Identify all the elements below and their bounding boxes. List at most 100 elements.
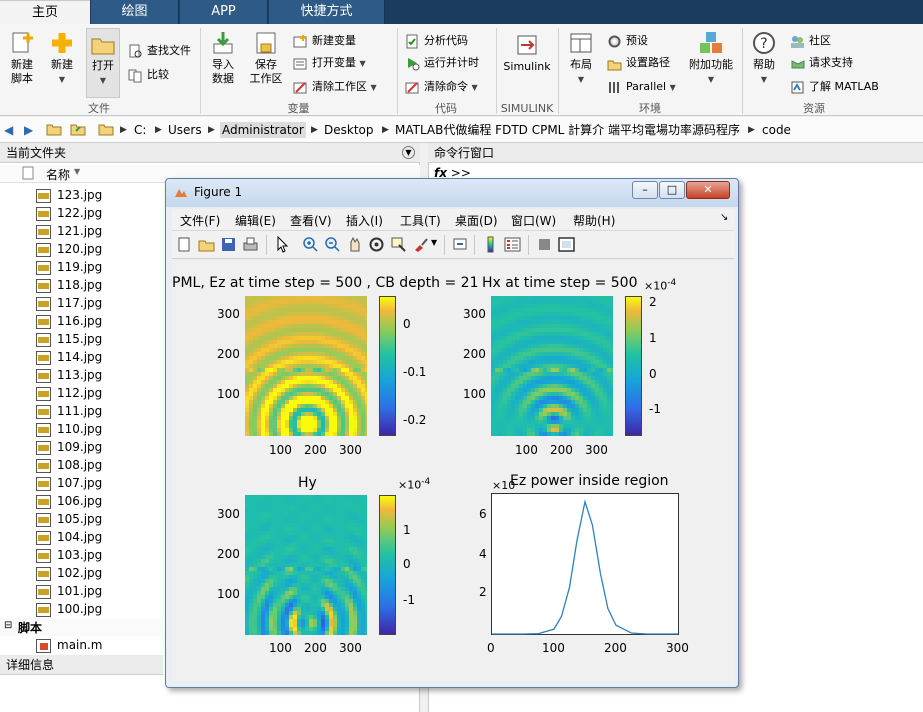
rotate-3d-icon[interactable] xyxy=(368,236,385,253)
tab-home[interactable]: 主页 xyxy=(0,0,90,24)
list-item[interactable]: 116.jpg xyxy=(36,312,102,330)
run-and-time-button[interactable]: 运行并计时 xyxy=(405,54,479,72)
breadcrumb-c[interactable]: C: xyxy=(134,122,146,138)
zoom-out-icon[interactable] xyxy=(324,236,341,253)
browse-folder-icon[interactable] xyxy=(70,122,86,138)
open-file-icon[interactable] xyxy=(198,236,215,253)
list-item[interactable]: 113.jpg xyxy=(36,366,102,384)
brush-icon[interactable] xyxy=(412,236,429,253)
menu-tools[interactable]: 工具(T) xyxy=(400,212,441,229)
list-item[interactable]: 112.jpg xyxy=(36,384,102,402)
save-icon[interactable] xyxy=(220,236,237,253)
print-icon[interactable] xyxy=(242,236,259,253)
menu-view[interactable]: 查看(V) xyxy=(290,212,332,229)
close-button[interactable]: ✕ xyxy=(686,181,730,199)
maximize-button[interactable]: □ xyxy=(659,181,685,199)
list-item[interactable]: 121.jpg xyxy=(36,222,102,240)
hx-colorbar[interactable] xyxy=(625,296,642,436)
list-item[interactable]: 111.jpg xyxy=(36,402,102,420)
menu-help[interactable]: 帮助(H) xyxy=(573,212,615,229)
hx-field-image[interactable] xyxy=(491,296,613,436)
data-cursor-icon[interactable] xyxy=(390,236,407,253)
power-line-chart[interactable] xyxy=(491,493,679,635)
panel-menu-icon[interactable]: ▼ xyxy=(402,146,415,159)
list-item[interactable]: main.m xyxy=(36,636,103,654)
hy-field-image[interactable] xyxy=(245,495,367,635)
pan-icon[interactable] xyxy=(346,236,363,253)
import-data-button[interactable]: 导入 数据 xyxy=(206,30,240,86)
show-plot-tools-icon[interactable] xyxy=(558,236,575,253)
breadcrumb-users[interactable]: Users xyxy=(168,122,202,138)
list-item[interactable]: 100.jpg xyxy=(36,600,102,618)
menu-file[interactable]: 文件(F) xyxy=(180,212,220,229)
list-item[interactable]: 119.jpg xyxy=(36,258,102,276)
menu-insert[interactable]: 插入(I) xyxy=(346,212,383,229)
learn-matlab-button[interactable]: 了解 MATLAB xyxy=(790,78,879,96)
name-column-header[interactable]: 名称 xyxy=(46,166,70,183)
list-item[interactable]: 105.jpg xyxy=(36,510,102,528)
insert-colorbar-icon[interactable] xyxy=(482,236,499,253)
details-header[interactable]: 详细信息 xyxy=(0,655,163,675)
hide-plot-tools-icon[interactable] xyxy=(536,236,553,253)
new-button[interactable]: 新建 ▼ xyxy=(46,30,78,87)
open-variable-button[interactable]: 打开变量 ▼ xyxy=(293,54,366,72)
menu-overflow-icon[interactable]: ↘ xyxy=(720,212,728,223)
insert-legend-icon[interactable] xyxy=(504,236,521,253)
clear-commands-button[interactable]: 清除命令 ▼ xyxy=(405,78,478,96)
list-item[interactable]: 122.jpg xyxy=(36,204,102,222)
list-item[interactable]: 102.jpg xyxy=(36,564,102,582)
layout-button[interactable]: 布局 ▼ xyxy=(565,30,597,87)
list-item[interactable]: 104.jpg xyxy=(36,528,102,546)
list-item[interactable]: 120.jpg xyxy=(36,240,102,258)
menu-window[interactable]: 窗口(W) xyxy=(511,212,556,229)
find-files-button[interactable]: 查找文件 xyxy=(128,42,191,60)
analyze-code-button[interactable]: 分析代码 xyxy=(405,32,468,50)
new-script-button[interactable]: 新建 脚本 xyxy=(5,30,39,86)
forward-arrow-icon[interactable]: ▶ xyxy=(24,122,33,138)
pointer-icon[interactable] xyxy=(274,236,291,253)
request-support-button[interactable]: 请求支持 xyxy=(790,54,853,72)
list-item[interactable]: 117.jpg xyxy=(36,294,102,312)
ez-colorbar[interactable] xyxy=(379,296,396,436)
link-plot-icon[interactable] xyxy=(452,236,469,253)
chevron-down-icon[interactable]: ▼ xyxy=(431,238,437,247)
list-item[interactable]: 106.jpg xyxy=(36,492,102,510)
list-item[interactable]: 103.jpg xyxy=(36,546,102,564)
tab-shortcuts[interactable]: 快捷方式 xyxy=(269,0,385,24)
list-item[interactable]: 109.jpg xyxy=(36,438,102,456)
list-item[interactable]: 107.jpg xyxy=(36,474,102,492)
scripts-section[interactable]: ⊟ 脚本 xyxy=(0,618,163,636)
list-item[interactable]: 118.jpg xyxy=(36,276,102,294)
breadcrumb-desktop[interactable]: Desktop xyxy=(324,122,374,138)
breadcrumb-project-folder[interactable]: MATLAB代做编程 FDTD CPML 計算介 端平均電場功率源码程序 xyxy=(395,122,740,138)
minimize-button[interactable]: – xyxy=(632,181,658,199)
addons-button[interactable]: 附加功能 ▼ xyxy=(688,30,734,87)
simulink-button[interactable]: Simulink xyxy=(503,32,551,74)
back-arrow-icon[interactable]: ◀ xyxy=(4,122,13,138)
ez-field-image[interactable] xyxy=(245,296,367,436)
list-item[interactable]: 108.jpg xyxy=(36,456,102,474)
set-path-button[interactable]: 设置路径 xyxy=(607,54,670,72)
compare-button[interactable]: 比较 xyxy=(128,66,169,84)
tab-apps[interactable]: APP xyxy=(180,0,268,24)
open-button[interactable]: 打开 ▼ xyxy=(86,28,120,98)
parallel-button[interactable]: Parallel ▼ xyxy=(607,78,676,96)
figure-title-bar[interactable]: Figure 1 – □ ✕ xyxy=(166,179,738,207)
save-workspace-button[interactable]: 保存 工作区 xyxy=(246,30,286,86)
list-item[interactable]: 114.jpg xyxy=(36,348,102,366)
tab-plots[interactable]: 绘图 xyxy=(91,0,179,24)
help-button[interactable]: ? 帮助 ▼ xyxy=(748,30,780,87)
community-button[interactable]: 社区 xyxy=(790,32,831,50)
menu-desktop[interactable]: 桌面(D) xyxy=(455,212,498,229)
up-folder-icon[interactable] xyxy=(46,122,62,138)
menu-edit[interactable]: 编辑(E) xyxy=(235,212,276,229)
clear-workspace-button[interactable]: 清除工作区 ▼ xyxy=(293,78,377,96)
list-item[interactable]: 110.jpg xyxy=(36,420,102,438)
breadcrumb-code[interactable]: code xyxy=(762,122,791,138)
preferences-button[interactable]: 预设 xyxy=(607,32,648,50)
collapse-icon[interactable]: ⊟ xyxy=(4,620,12,631)
new-variable-button[interactable]: 新建变量 xyxy=(293,32,356,50)
list-item[interactable]: 123.jpg xyxy=(36,186,102,204)
breadcrumb-administrator[interactable]: Administrator xyxy=(220,122,306,138)
hy-colorbar[interactable] xyxy=(379,495,396,635)
